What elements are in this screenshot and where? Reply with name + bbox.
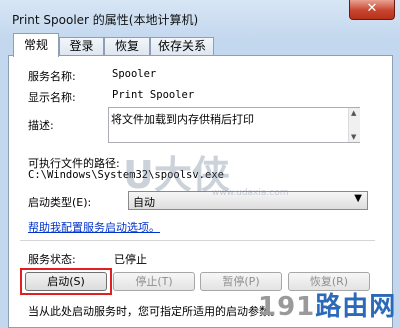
- logo-text: 路由网: [315, 292, 397, 322]
- watermark-url: www.udaxia.com: [212, 188, 289, 198]
- help-startup-link[interactable]: 帮助我配置服务启动选项。: [28, 219, 160, 235]
- service-name-value: Spooler: [112, 68, 157, 80]
- stop-button[interactable]: 停止(T): [113, 272, 195, 291]
- description-scrollbar[interactable]: ▲ ▼: [348, 108, 360, 142]
- chevron-down-icon: ▼: [354, 193, 362, 204]
- logo-digits: 191: [258, 292, 316, 322]
- service-status-value: 已停止: [114, 253, 147, 266]
- description-field[interactable]: 将文件加载到内存供稍后打印: [108, 107, 360, 143]
- window-title: Print Spooler 的属性(本地计算机): [12, 13, 199, 27]
- site-logo: 191路由网: [258, 286, 396, 323]
- display-name-label: 显示名称:: [28, 91, 76, 104]
- divider: [20, 240, 375, 241]
- scroll-down-icon[interactable]: ▼: [351, 133, 356, 141]
- tab-recovery[interactable]: 恢复: [104, 37, 150, 55]
- display-name-value: Print Spooler: [112, 89, 195, 101]
- close-button[interactable]: ✕: [349, 0, 395, 20]
- tab-dependencies[interactable]: 依存关系: [150, 37, 214, 55]
- startup-type-label: 启动类型(E):: [28, 196, 92, 209]
- tab-general[interactable]: 常规: [13, 33, 59, 57]
- scroll-up-icon[interactable]: ▲: [351, 109, 356, 117]
- description-label: 描述:: [28, 119, 54, 132]
- service-name-label: 服务名称:: [28, 70, 76, 83]
- start-parameters-hint: 当从此处启动服务时，您可指定所适用的启动参数。: [28, 305, 281, 318]
- service-status-label: 服务状态:: [28, 253, 76, 266]
- start-button-highlight: [20, 268, 112, 295]
- tab-logon[interactable]: 登录: [59, 37, 104, 55]
